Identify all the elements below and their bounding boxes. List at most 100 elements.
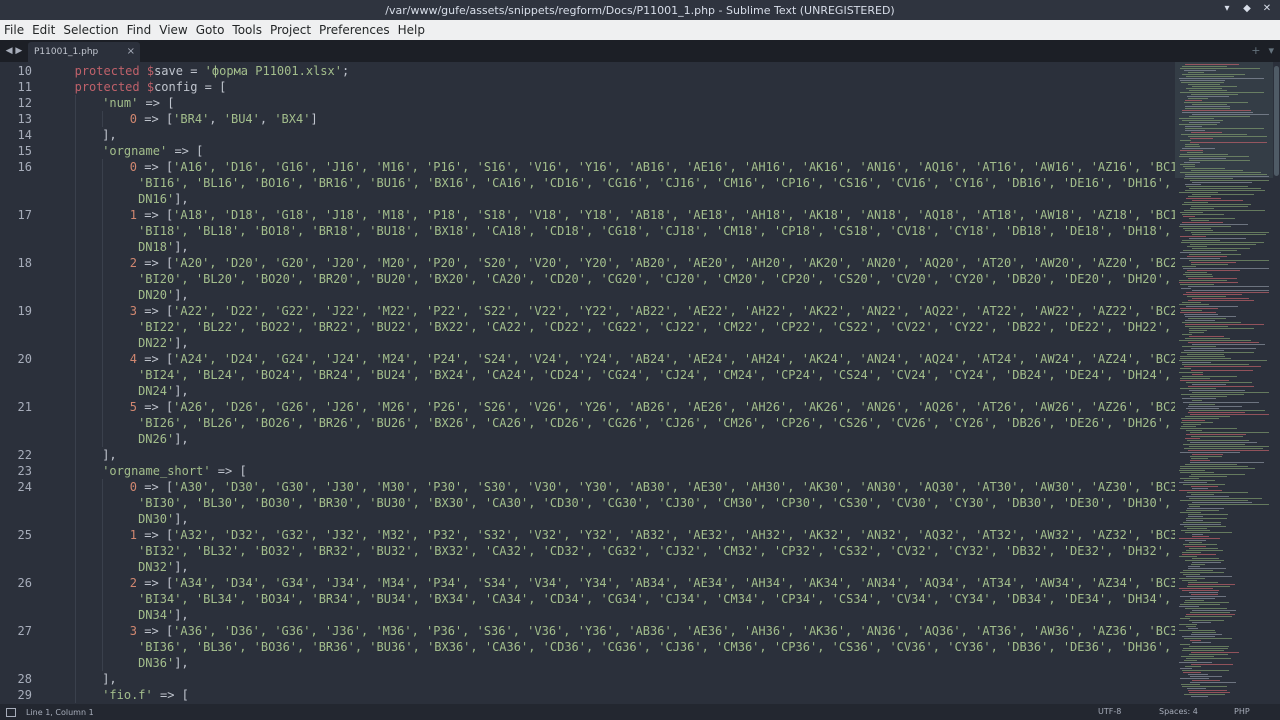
scrollbar-thumb[interactable] — [1274, 66, 1279, 176]
code-line[interactable]: 'BI34', 'BL34', 'BO34', 'BR34', 'BU34', … — [138, 591, 1175, 607]
line-number[interactable]: 23 — [0, 463, 32, 479]
code-line[interactable]: 'BI32', 'BL32', 'BO32', 'BR32', 'BU32', … — [138, 543, 1175, 559]
menu-view[interactable]: View — [155, 20, 191, 40]
line-number[interactable]: 11 — [0, 79, 32, 95]
code-line[interactable]: ], — [102, 127, 116, 143]
code-line[interactable]: 'BI18', 'BL18', 'BO18', 'BR18', 'BU18', … — [138, 223, 1175, 239]
tab-nav-arrows-icon[interactable]: ◀ ▶ — [0, 40, 28, 62]
code-token: ] — [310, 112, 318, 126]
code-line[interactable]: 'BI24', 'BL24', 'BO24', 'BR24', 'BU24', … — [138, 367, 1175, 383]
code-line[interactable]: 'BI22', 'BL22', 'BO22', 'BR22', 'BU22', … — [138, 319, 1175, 335]
code-line[interactable]: 5 => ['A26', 'D26', 'G26', 'J26', 'M26',… — [130, 399, 1175, 415]
code-line[interactable]: DN34'], — [138, 607, 189, 623]
code-line[interactable]: 1 => ['A32', 'D32', 'G32', 'J32', 'M32',… — [130, 527, 1175, 543]
code-area[interactable]: protected $save = 'форма P11001.xlsx'; pr… — [47, 62, 1175, 704]
menu-goto[interactable]: Goto — [192, 20, 229, 40]
minimap-line — [1180, 428, 1237, 429]
line-number[interactable]: 17 — [0, 207, 32, 223]
code-line[interactable]: 'BI30', 'BL30', 'BO30', 'BR30', 'BU30', … — [138, 495, 1175, 511]
menu-project[interactable]: Project — [266, 20, 315, 40]
line-number[interactable]: 19 — [0, 303, 32, 319]
line-number[interactable]: 14 — [0, 127, 32, 143]
minimap-line — [1180, 644, 1190, 645]
menu-tools[interactable]: Tools — [228, 20, 266, 40]
line-number[interactable]: 18 — [0, 255, 32, 271]
code-line[interactable]: DN36'], — [138, 655, 189, 671]
indent-guide — [74, 607, 76, 623]
code-line[interactable]: 0 => ['A16', 'D16', 'G16', 'J16', 'M16',… — [130, 159, 1175, 175]
encoding-indicator[interactable]: UTF-8 — [1098, 704, 1121, 720]
code-line[interactable]: 'BI36', 'BL36', 'BO36', 'BR36', 'BU36', … — [138, 639, 1175, 655]
syntax-indicator[interactable]: PHP — [1234, 704, 1250, 720]
code-line[interactable]: protected $save = 'форма P11001.xlsx'; — [75, 63, 350, 79]
menu-file[interactable]: File — [0, 20, 28, 40]
indent-guide — [74, 175, 76, 191]
panel-toggle-icon[interactable] — [6, 707, 16, 717]
code-line[interactable]: DN26'], — [138, 431, 189, 447]
code-line[interactable]: 3 => ['A22', 'D22', 'G22', 'J22', 'M22',… — [130, 303, 1175, 319]
code-line[interactable]: DN20'], — [138, 287, 189, 303]
minimap[interactable] — [1175, 62, 1273, 704]
line-number[interactable]: 26 — [0, 575, 32, 591]
line-number[interactable]: 20 — [0, 351, 32, 367]
vertical-scrollbar[interactable] — [1273, 62, 1280, 704]
line-number[interactable]: 24 — [0, 479, 32, 495]
code-line[interactable]: 'num' => [ — [102, 95, 174, 111]
code-line[interactable]: 2 => ['A20', 'D20', 'G20', 'J20', 'M20',… — [130, 255, 1175, 271]
code-line[interactable]: 0 => ['BR4', 'BU4', 'BX4'] — [130, 111, 318, 127]
line-number[interactable]: 27 — [0, 623, 32, 639]
cursor-position[interactable]: Line 1, Column 1 — [26, 708, 94, 717]
tab-list-icon[interactable]: ▾ — [1268, 44, 1274, 57]
minimap-line — [1189, 336, 1224, 337]
line-number[interactable]: 10 — [0, 63, 32, 79]
code-line[interactable]: 'BI26', 'BL26', 'BO26', 'BR26', 'BU26', … — [138, 415, 1175, 431]
code-line[interactable]: 'BI16', 'BL16', 'BO16', 'BR16', 'BU16', … — [138, 175, 1175, 191]
indentation-indicator[interactable]: Spaces: 4 — [1159, 704, 1198, 720]
line-number[interactable]: 28 — [0, 671, 32, 687]
code-line[interactable]: DN32'], — [138, 559, 189, 575]
menu-selection[interactable]: Selection — [59, 20, 122, 40]
line-number[interactable]: 12 — [0, 95, 32, 111]
tab-p11001-1-php[interactable]: P11001_1.php × — [28, 42, 140, 62]
code-line[interactable]: ], — [102, 671, 116, 687]
line-number[interactable]: 15 — [0, 143, 32, 159]
menu-find[interactable]: Find — [123, 20, 156, 40]
close-icon[interactable]: ✕ — [1260, 2, 1274, 16]
line-number[interactable]: 21 — [0, 399, 32, 415]
maximize-icon[interactable]: ◆ — [1240, 2, 1254, 16]
code-line[interactable]: DN18'], — [138, 239, 189, 255]
code-line[interactable]: 'BI20', 'BL20', 'BO20', 'BR20', 'BU20', … — [138, 271, 1175, 287]
code-line[interactable]: 1 => ['A18', 'D18', 'G18', 'J18', 'M18',… — [130, 207, 1175, 223]
code-line[interactable]: 3 => ['A36', 'D36', 'G36', 'J36', 'M36',… — [130, 623, 1175, 639]
line-number[interactable]: 29 — [0, 687, 32, 703]
tab-close-icon[interactable]: × — [127, 42, 135, 62]
minimize-icon[interactable]: ▾ — [1220, 2, 1234, 16]
code-token: 2 — [129, 576, 138, 590]
code-line[interactable]: DN24'], — [138, 383, 189, 399]
line-number-gutter[interactable]: 10 11 12 13 14 15 16 17 18 19 20 21 22 23 24 25 26 27 28 29 — [0, 62, 40, 704]
code-line[interactable]: 2 => ['A34', 'D34', 'G34', 'J34', 'M34',… — [130, 575, 1175, 591]
code-line[interactable]: DN30'], — [138, 511, 189, 527]
code-line[interactable]: 'orgname_short' => [ — [102, 463, 247, 479]
minimap-line — [1182, 364, 1249, 365]
code-line[interactable]: ], — [102, 447, 116, 463]
new-tab-icon[interactable]: + — [1251, 44, 1260, 57]
minimap-line — [1192, 488, 1208, 489]
line-number[interactable]: 22 — [0, 447, 32, 463]
editor-pane[interactable]: 10 11 12 13 14 15 16 17 18 19 20 21 22 23 24 25 26 27 28 29… — [0, 62, 1280, 704]
line-number[interactable]: 13 — [0, 111, 32, 127]
menu-preferences[interactable]: Preferences — [315, 20, 394, 40]
code-line[interactable]: protected $config = [ — [75, 79, 227, 95]
minimap-line — [1189, 390, 1245, 391]
code-line[interactable]: 'orgname' => [ — [102, 143, 203, 159]
code-line[interactable]: 'fio.f' => [ — [102, 687, 189, 703]
line-number[interactable]: 16 — [0, 159, 32, 175]
code-line[interactable]: 0 => ['A30', 'D30', 'G30', 'J30', 'M30',… — [130, 479, 1175, 495]
code-line[interactable]: 4 => ['A24', 'D24', 'G24', 'J24', 'M24',… — [130, 351, 1175, 367]
code-line[interactable]: DN16'], — [138, 191, 189, 207]
minimap-line — [1192, 200, 1243, 201]
line-number[interactable]: 25 — [0, 527, 32, 543]
menu-edit[interactable]: Edit — [28, 20, 59, 40]
menu-help[interactable]: Help — [394, 20, 429, 40]
code-line[interactable]: DN22'], — [138, 335, 189, 351]
